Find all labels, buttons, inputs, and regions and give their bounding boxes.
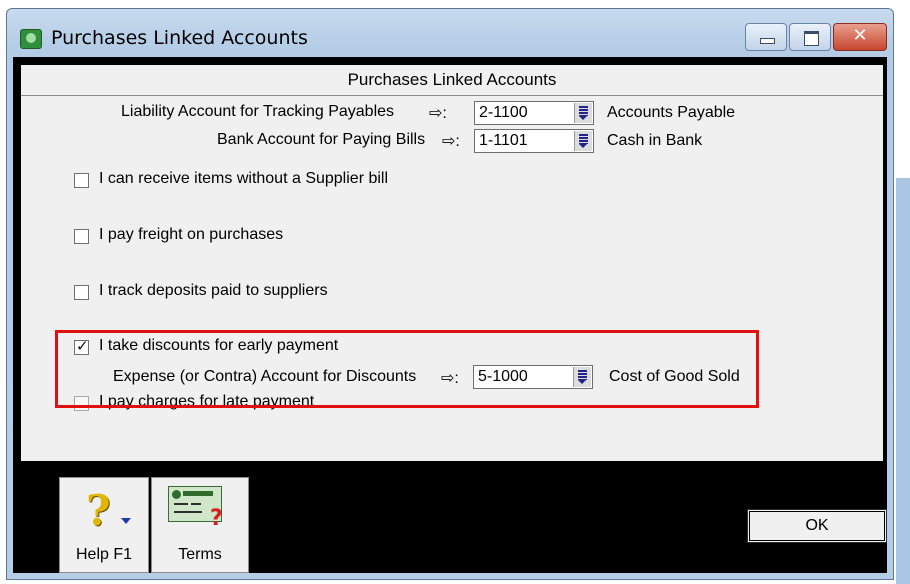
discount-account-value: 5-1000 [478,368,528,385]
arrow-right-icon[interactable]: ⇨: [429,103,447,123]
discount-account-name: Cost of Good Sold [609,368,740,385]
terms-card-line [174,503,188,505]
terms-card-line [174,511,202,513]
ok-button[interactable]: OK [747,509,887,543]
arrow-right-icon[interactable]: ⇨: [441,368,459,388]
question-icon: ? [210,506,223,531]
dialog-window: Purchases Linked Accounts ✕ Purchases Li… [6,8,894,580]
terms-card-logo [172,490,181,499]
chevron-down-icon [121,518,131,524]
panel-header: Purchases Linked Accounts [21,65,883,96]
freight-label[interactable]: I pay freight on purchases [99,226,283,244]
dropdown-icon[interactable] [573,367,591,387]
late-charges-label[interactable]: I pay charges for late payment [99,393,314,411]
liability-account-field[interactable]: 2-1100 [474,101,594,125]
discount-account-label: Expense (or Contra) Account for Discount… [113,368,417,385]
bank-account-label: Bank Account for Paying Bills [217,131,426,148]
discounts-checkbox[interactable] [74,337,89,355]
terms-card-line [191,503,201,505]
deposits-checkbox[interactable] [74,285,89,300]
freight-checkbox[interactable] [74,229,89,244]
close-button[interactable]: ✕ [833,23,887,51]
bank-account-name: Cash in Bank [607,132,703,149]
terms-button-label: Terms [178,546,222,563]
help-button-label: Help F1 [75,546,133,563]
client-area: Purchases Linked Accounts Liability Acco… [13,57,887,573]
liability-account-value: 2-1100 [479,104,528,121]
linked-accounts-panel: Purchases Linked Accounts Liability Acco… [21,65,883,461]
help-button[interactable]: ? Help F1 [59,477,149,573]
receive-items-label[interactable]: I can receive items without a Supplier b… [99,170,388,188]
background-strip [896,178,910,584]
discount-account-field[interactable]: 5-1000 [473,365,593,389]
window-title: Purchases Linked Accounts [51,27,308,49]
dropdown-icon[interactable] [574,103,592,123]
dropdown-icon[interactable] [574,131,592,151]
bank-account-field[interactable]: 1-1101 [474,129,594,153]
minimize-button[interactable] [745,23,787,51]
late-charges-checkbox[interactable] [74,396,89,411]
terms-card-band [183,491,213,496]
liability-account-label: Liability Account for Tracking Payables [121,103,395,120]
close-icon: ✕ [852,25,868,46]
minimize-icon [760,38,775,44]
arrow-right-icon[interactable]: ⇨: [442,131,460,151]
terms-button[interactable]: ? Terms [151,477,249,573]
maximize-button[interactable] [789,23,831,51]
deposits-label[interactable]: I track deposits paid to suppliers [99,282,328,300]
liability-account-name: Accounts Payable [607,104,736,121]
app-icon [20,29,42,49]
help-icon: ? [86,486,111,535]
maximize-icon [804,31,819,46]
receive-items-checkbox[interactable] [74,173,89,188]
discounts-label[interactable]: I take discounts for early payment [99,337,338,355]
terms-icon: ? [168,486,226,531]
bank-account-value: 1-1101 [479,132,528,149]
